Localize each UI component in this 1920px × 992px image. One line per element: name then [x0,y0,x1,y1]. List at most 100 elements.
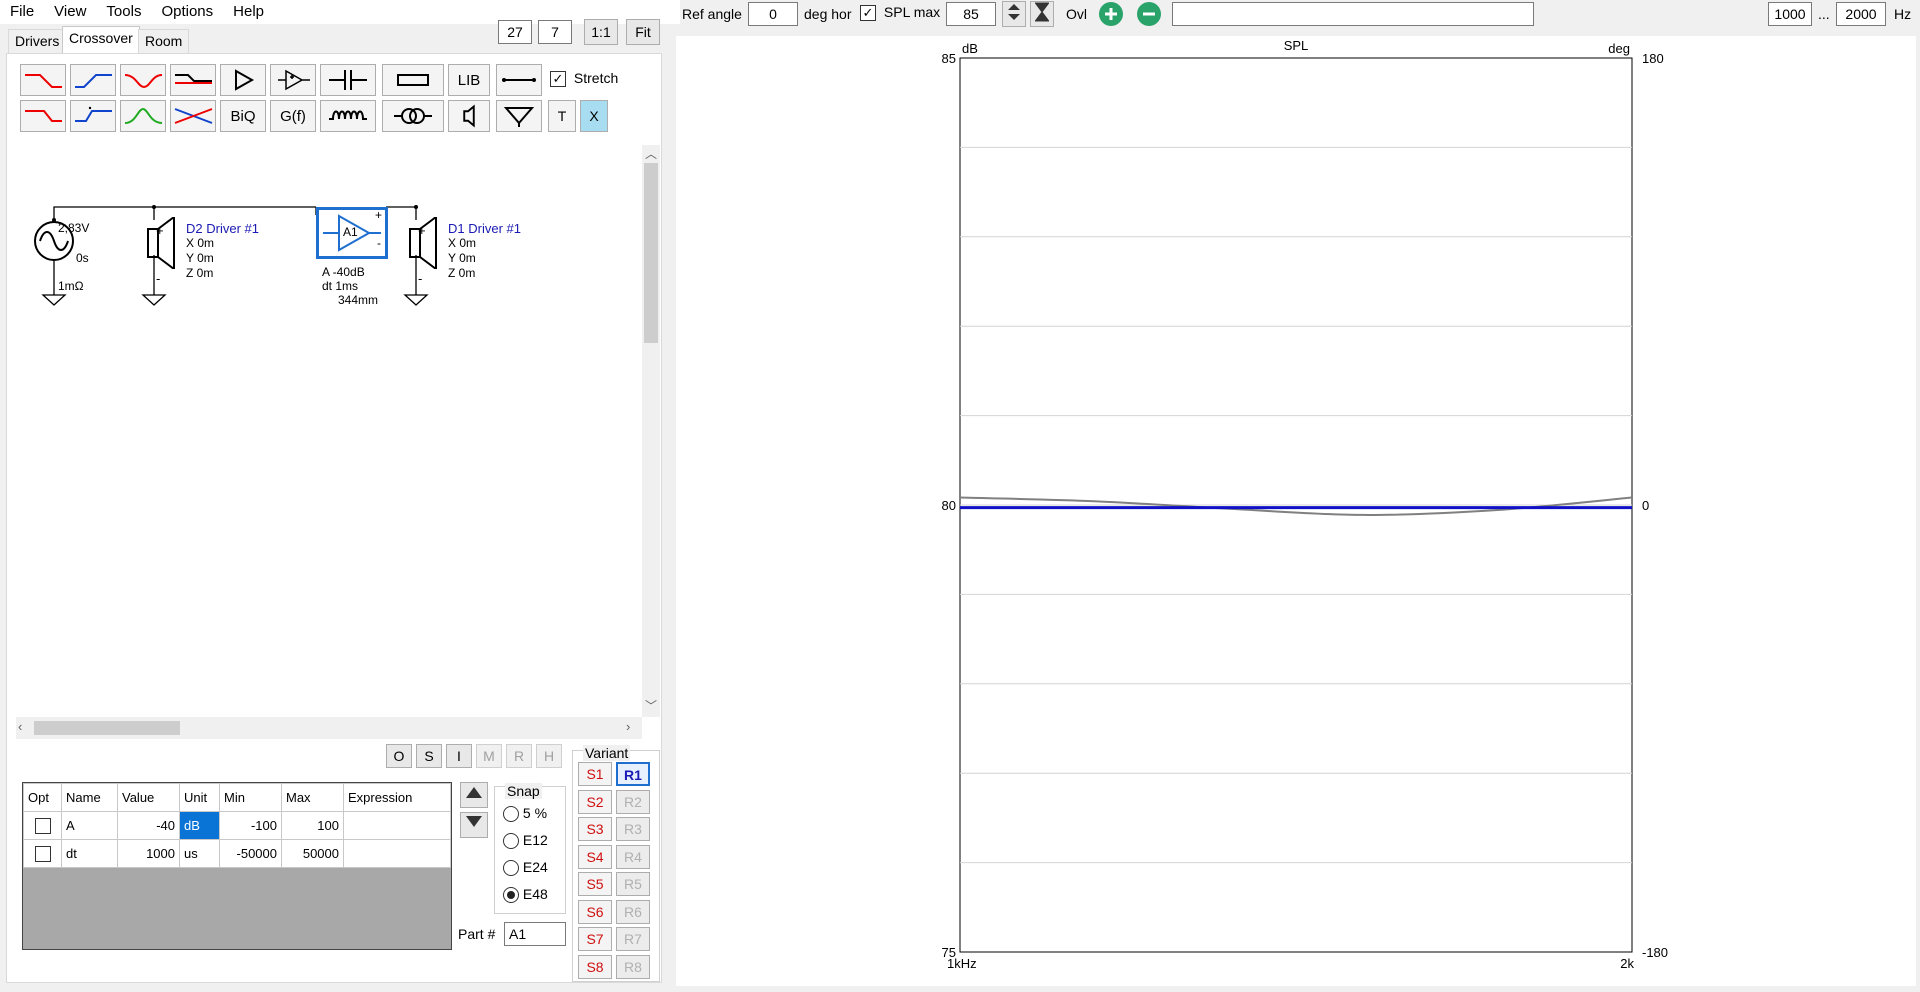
add-overlay-button[interactable] [1096,1,1126,27]
variant-r-button[interactable]: R1 [616,762,650,786]
freq-min-input[interactable]: 1000 [1768,2,1812,26]
part-button-s[interactable]: S [416,744,442,768]
opt-checkbox[interactable] [34,817,51,834]
remove-overlay-button[interactable] [1134,1,1164,27]
tab-drivers[interactable]: Drivers [8,29,67,53]
param-expression[interactable] [343,811,451,840]
diff-amplifier-tool[interactable] [270,64,316,96]
variant-s-button[interactable]: S6 [578,899,612,924]
scroll-right-icon[interactable]: › [626,719,630,734]
speaker-tool[interactable] [448,100,490,132]
part-number-input[interactable]: A1 [504,922,566,946]
spl-collapse-button[interactable] [1030,1,1054,27]
scroll-down-icon[interactable]: ﹀ [645,697,657,714]
driver1-name[interactable]: D1 Driver #1 [448,221,521,236]
variant-s-button[interactable]: S3 [578,817,612,841]
opt-checkbox[interactable] [34,845,51,862]
amplifier-a1[interactable]: A1 + - [316,207,388,259]
driver2-name[interactable]: D2 Driver #1 [186,221,259,236]
parameter-grid[interactable]: Opt Name Value Unit Min Max Expression A… [22,782,452,950]
lowpass-red-tool[interactable] [20,64,66,96]
tab-crossover[interactable]: Crossover [62,26,140,54]
inductor-tool[interactable] [320,100,376,132]
param-unit[interactable]: dB [179,811,220,840]
one-to-one-button[interactable]: 1:1 [584,19,618,45]
highpass-blue-2-tool[interactable] [70,100,116,132]
table-row[interactable]: dt 1000 us -50000 50000 [23,839,451,868]
ref-angle-input[interactable]: 0 [748,2,798,26]
spl-max-input[interactable]: 85 [946,2,996,26]
scroll-up-icon[interactable]: ︿ [645,145,657,162]
param-value[interactable]: -40 [117,811,180,840]
down-arrow-icon [466,816,482,827]
spl-plot-panel[interactable]: SPL dB deg 85 80 75 180 0 -180 1kHz 2k [676,36,1916,986]
variant-s-button[interactable]: S1 [578,762,612,786]
horizontal-scrollbar[interactable]: ‹ › [16,717,642,739]
vertical-scrollbar[interactable]: ︿ ﹀ [642,145,660,717]
resistor-tool[interactable] [382,64,444,96]
snap-option-e48[interactable]: E48 [503,886,548,904]
schematic-canvas[interactable]: 2,83V 0s 1mΩ + - D2 Driver #1 X 0m Y 0m … [16,145,642,717]
zoom-input-1[interactable]: 27 [498,20,532,44]
biquad-button[interactable]: BiQ [220,100,266,132]
part-button-i[interactable]: I [446,744,472,768]
menu-options[interactable]: Options [151,0,223,24]
scroll-left-icon[interactable]: ‹ [18,719,22,734]
vertical-scroll-thumb[interactable] [644,163,658,343]
snap-option-e24[interactable]: E24 [503,859,548,877]
notch-red-tool[interactable] [120,64,166,96]
variant-s-button[interactable]: S7 [578,927,612,951]
variant-s-button[interactable]: S2 [578,789,612,814]
capacitor-tool[interactable] [320,64,376,96]
lib-button[interactable]: LIB [448,64,490,96]
variant-r-button: R3 [616,817,650,841]
part-number-label: Part # [458,926,496,942]
menu-view[interactable]: View [44,0,96,24]
param-min[interactable]: -100 [219,811,282,840]
t-button[interactable]: T [548,100,576,132]
move-down-button[interactable] [460,812,488,838]
crossover-tool[interactable] [170,100,216,132]
variant-s-button[interactable]: S5 [578,872,612,896]
inductor-icon [329,110,367,120]
param-expression[interactable] [343,839,451,868]
table-row[interactable]: A -40 dB -100 100 [23,811,451,840]
param-max[interactable]: 100 [281,811,344,840]
stretch-checkbox[interactable]: ✓ Stretch [550,70,618,88]
param-value[interactable]: 1000 [117,839,180,868]
spl-spinner-button[interactable] [1002,1,1026,27]
ground-icon [503,107,535,127]
param-unit[interactable]: us [179,839,220,868]
highpass-blue-tool[interactable] [70,64,116,96]
variant-s-button[interactable]: S8 [578,954,612,979]
wire-icon [502,78,536,82]
zoom-input-2[interactable]: 7 [538,20,572,44]
param-min[interactable]: -50000 [219,839,282,868]
lowpass-red-2-tool[interactable] [20,100,66,132]
menu-file[interactable]: File [0,0,44,24]
move-up-button[interactable] [460,782,488,808]
ground-tool[interactable] [496,100,542,132]
fit-button[interactable]: Fit [626,19,660,45]
transformer-tool[interactable] [382,100,444,132]
snap-option-e12[interactable]: E12 [503,832,548,850]
bandpass-green-tool[interactable] [120,100,166,132]
param-max[interactable]: 50000 [281,839,344,868]
freq-max-input[interactable]: 2000 [1836,2,1886,26]
wire-tool[interactable] [496,64,542,96]
gf-button[interactable]: G(f) [270,100,316,132]
shelf-tool[interactable] [170,64,216,96]
source-resistance: 1mΩ [58,279,84,293]
snap-option-5pct[interactable]: 5 % [503,805,547,823]
variant-s-button[interactable]: S4 [578,844,612,869]
menu-tools[interactable]: Tools [96,0,151,24]
horizontal-scroll-thumb[interactable] [34,721,180,735]
menu-help[interactable]: Help [223,0,274,24]
x-button[interactable]: X [580,100,608,132]
stretch-check-icon: ✓ [550,71,566,88]
amplifier-tool[interactable] [220,64,266,96]
spl-max-checkbox[interactable]: ✓ SPL max [860,4,940,22]
part-button-o[interactable]: O [386,744,412,768]
tab-room[interactable]: Room [138,29,190,53]
overlay-text-field[interactable] [1172,2,1534,26]
